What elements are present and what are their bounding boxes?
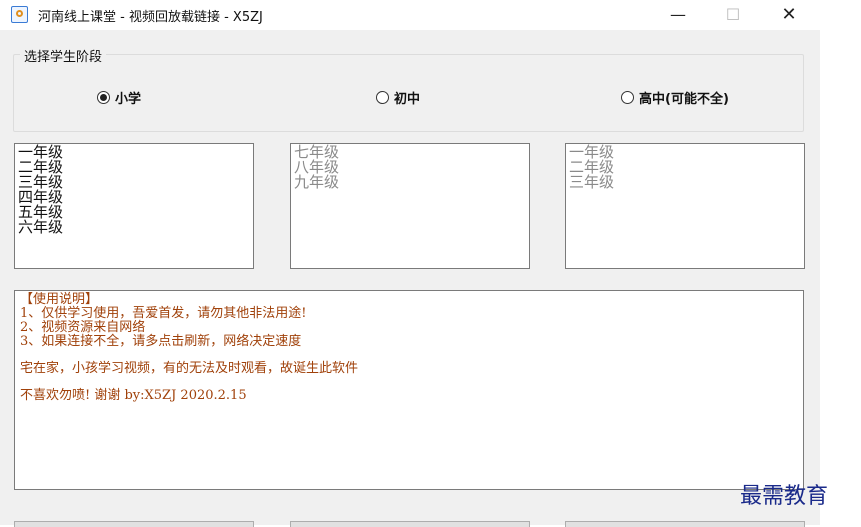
minimize-button[interactable]: —: [655, 2, 701, 28]
instructions-textbox[interactable]: 【使用说明】 1、仅供学习使用，吾爱首发，请勿其他非法用途! 2、视频资源来自网…: [14, 290, 804, 490]
app-icon: [11, 6, 28, 23]
notes-line: 1、仅供学习使用，吾爱首发，请勿其他非法用途!: [20, 306, 307, 321]
bottom-button-1[interactable]: [14, 521, 254, 527]
list-item[interactable]: 三年级: [569, 175, 801, 190]
radio-button-icon[interactable]: [621, 90, 634, 104]
title-bar: 河南线上课堂 - 视频回放载链接 - X5ZJ — ☐ ✕: [0, 0, 861, 30]
close-button[interactable]: ✕: [766, 2, 812, 28]
maximize-button[interactable]: ☐: [710, 2, 756, 28]
notes-line: 宅在家，小孩学习视频，有的无法及时观看，故诞生此软件: [20, 361, 359, 376]
radio-primary[interactable]: 小学: [97, 88, 142, 107]
primary-grade-list[interactable]: 一年级 二年级 三年级 四年级 五年级 六年级: [14, 143, 254, 269]
notes-line: 3、如果连接不全，请多点击刷新，网络决定速度: [20, 334, 302, 349]
bottom-button-2[interactable]: [290, 521, 530, 527]
radio-senior[interactable]: 高中(可能不全): [621, 88, 729, 107]
radio-button-icon[interactable]: [97, 90, 110, 104]
notes-line: 2、视频资源来自网络: [20, 320, 146, 335]
watermark-text: 最需教育: [740, 484, 829, 509]
window-title: 河南线上课堂 - 视频回放载链接 - X5ZJ: [38, 10, 263, 25]
list-item[interactable]: 九年级: [294, 175, 526, 190]
list-item[interactable]: 六年级: [18, 220, 250, 235]
radio-junior[interactable]: 初中: [376, 88, 421, 107]
junior-grade-list[interactable]: 七年级 八年级 九年级: [290, 143, 530, 269]
stage-group-label: 选择学生阶段: [20, 46, 107, 65]
radio-label: 初中: [394, 91, 421, 107]
notes-signature: 不喜欢勿喷! 谢谢 by:X5ZJ 2020.2.15: [20, 388, 247, 403]
window-client-area: 选择学生阶段 小学 初中 高中(可能不全) 一年级 二年级 三年级 四年级 五年…: [0, 30, 820, 527]
bottom-button-3[interactable]: [565, 521, 805, 527]
radio-button-icon[interactable]: [376, 90, 389, 104]
senior-grade-list[interactable]: 一年级 二年级 三年级: [565, 143, 805, 269]
radio-label: 小学: [115, 91, 142, 107]
notes-heading: 【使用说明】: [20, 292, 99, 307]
radio-label: 高中(可能不全): [639, 91, 729, 107]
